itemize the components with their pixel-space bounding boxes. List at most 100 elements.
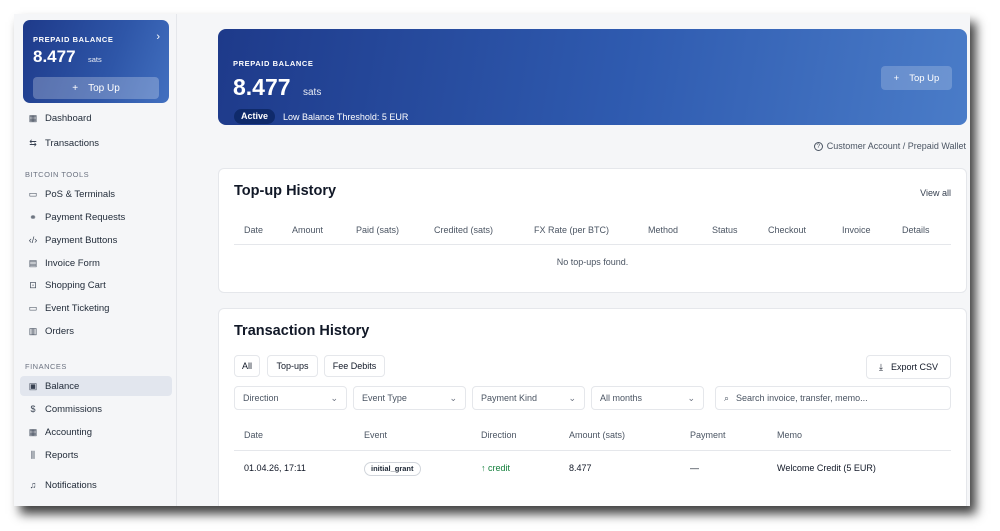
sidebar-item-label: Transactions — [45, 137, 100, 149]
chevron-down-icon: ⌄ — [449, 392, 457, 403]
export-csv-button[interactable]: ⤓ Export CSV — [866, 355, 951, 379]
sidebar-item-label: Dashboard — [45, 112, 92, 124]
chevron-down-icon: ⌄ — [687, 392, 695, 403]
sidebar-item-reports[interactable]: ⫼ Reports — [20, 445, 172, 465]
sidebar-item-label: Invoice Form — [45, 257, 100, 269]
sidebar-item-dashboard[interactable]: ▦ Dashboard — [20, 108, 172, 128]
sidebar-item-notifications[interactable]: ♫ Notifications — [20, 475, 172, 495]
column-header: FX Rate (per BTC) — [534, 225, 610, 235]
arrows-icon: ⇆ — [29, 137, 37, 148]
sidebar-item-label: Event Ticketing — [45, 302, 110, 314]
direction-select[interactable]: Direction ⌄ — [234, 386, 347, 410]
search-input[interactable]: ⌕ Search invoice, transfer, memo... — [715, 386, 951, 410]
column-header: Amount (sats) — [569, 430, 626, 440]
column-header: Event — [364, 430, 388, 440]
monitor-icon: ▭ — [28, 188, 38, 199]
column-header: Details — [902, 225, 930, 235]
receipt-icon: ▥ — [28, 325, 38, 336]
transaction-history-card: Transaction History All Top-ups Fee Debi… — [218, 308, 967, 506]
row-payment: — — [690, 463, 699, 473]
event-type-select[interactable]: Event Type ⌄ — [353, 386, 466, 410]
sidebar-item-label: Payment Buttons — [45, 234, 118, 246]
column-header: Paid (sats) — [356, 225, 400, 235]
divider — [234, 244, 951, 245]
topup-history-card: Top-up History View all Date Amount Paid… — [218, 168, 967, 293]
section-bitcoin-tools: BITCOIN TOOLS — [25, 170, 90, 179]
search-placeholder: Search invoice, transfer, memo... — [736, 393, 868, 403]
column-header: Credited (sats) — [434, 225, 494, 235]
sidebar-item-payment-buttons[interactable]: ‹/› Payment Buttons — [20, 230, 172, 250]
document-icon: ▤ — [28, 257, 38, 268]
filter-topups-button[interactable]: Top-ups — [267, 355, 318, 377]
hero-topup-button[interactable]: + Top Up — [881, 66, 952, 90]
help-icon: ? — [813, 141, 823, 151]
sidebar-item-payment-requests[interactable]: ⚭ Payment Requests — [20, 207, 172, 227]
breadcrumb[interactable]: ? Customer Account / Prepaid Wallet — [813, 141, 966, 151]
sidebar-item-pos-terminals[interactable]: ▭ PoS & Terminals — [20, 184, 172, 204]
breadcrumb-text: Customer Account / Prepaid Wallet — [826, 141, 966, 151]
sidebar-item-label: Accounting — [45, 426, 93, 438]
grid-icon: ▦ — [28, 112, 38, 123]
sidebar-item-label: Payment Requests — [45, 211, 126, 223]
sidebar-item-orders[interactable]: ▥ Orders — [20, 321, 172, 341]
sidebar-topup-label: Top Up — [88, 82, 120, 94]
sidebar-item-label: Notifications — [45, 479, 97, 491]
search-icon: ⌕ — [724, 392, 730, 403]
prepaid-balance-hero: PREPAID BALANCE 8.477 sats Active Low Ba… — [218, 29, 967, 125]
dollar-icon: $ — [30, 404, 36, 414]
sidebar-item-accounting[interactable]: ▦ Accounting — [20, 422, 172, 442]
sidebar-balance-amount: 8.477 — [33, 47, 76, 66]
sidebar-item-label: Commissions — [45, 403, 103, 415]
chevron-down-icon: ⌄ — [568, 392, 576, 403]
link-icon: ⚭ — [29, 211, 37, 222]
calculator-icon: ▦ — [28, 426, 38, 437]
column-header: Method — [648, 225, 679, 235]
column-header: Amount — [292, 225, 324, 235]
sidebar-item-event-ticketing[interactable]: ▭ Event Ticketing — [20, 298, 172, 318]
plus-icon: + — [893, 72, 900, 84]
sidebar-item-invoice-form[interactable]: ▤ Invoice Form — [20, 253, 172, 273]
hero-amount: 8.477 — [233, 74, 291, 100]
sidebar-topup-button[interactable]: + Top Up — [33, 77, 159, 99]
column-header: Checkout — [768, 225, 807, 235]
sidebar: PREPAID BALANCE › 8.477 sats + Top Up ▦ … — [14, 14, 177, 506]
select-value: Payment Kind — [481, 393, 538, 403]
threshold-text: Low Balance Threshold: 5 EUR — [283, 112, 409, 122]
sidebar-item-shopping-cart[interactable]: ⊡ Shopping Cart — [20, 275, 172, 295]
app-window: PREPAID BALANCE › 8.477 sats + Top Up ▦ … — [14, 14, 970, 506]
divider — [234, 450, 951, 451]
chevron-right-icon[interactable]: › — [156, 31, 160, 43]
column-header: Date — [244, 430, 264, 440]
payment-kind-select[interactable]: Payment Kind ⌄ — [472, 386, 585, 410]
export-csv-label: Export CSV — [890, 362, 938, 372]
month-select[interactable]: All months ⌄ — [591, 386, 704, 410]
sidebar-balance-card[interactable]: PREPAID BALANCE › 8.477 sats + Top Up — [23, 20, 169, 103]
filter-fee-debits-button[interactable]: Fee Debits — [324, 355, 385, 377]
transaction-history-title: Transaction History — [234, 323, 370, 339]
column-header: Status — [712, 225, 738, 235]
hero-topup-label: Top Up — [909, 72, 940, 84]
column-header: Direction — [481, 430, 517, 440]
sidebar-item-label: Balance — [45, 380, 80, 392]
column-header: Memo — [777, 430, 803, 440]
column-header: Date — [244, 225, 264, 235]
sidebar-item-label: Shopping Cart — [45, 279, 106, 291]
download-icon: ⤓ — [878, 361, 883, 372]
select-value: Direction — [243, 393, 279, 403]
bell-icon: ♫ — [29, 480, 37, 490]
chart-icon: ⫼ — [30, 449, 36, 460]
ticket-icon: ▭ — [28, 302, 38, 313]
sidebar-item-commissions[interactable]: $ Commissions — [20, 399, 172, 419]
row-direction: ↑ credit — [481, 463, 511, 473]
column-header: Invoice — [842, 225, 871, 235]
sidebar-item-transactions[interactable]: ⇆ Transactions — [20, 133, 172, 153]
row-memo: Welcome Credit (5 EUR) — [777, 463, 876, 473]
sidebar-item-balance[interactable]: ▣ Balance — [20, 376, 172, 396]
wallet-icon: ▣ — [28, 380, 38, 391]
view-all-link[interactable]: View all — [920, 188, 951, 198]
select-value: All months — [600, 393, 643, 403]
chevron-down-icon: ⌄ — [330, 392, 338, 403]
hero-unit: sats — [303, 87, 322, 98]
event-tag: initial_grant — [364, 462, 421, 476]
filter-all-button[interactable]: All — [234, 355, 260, 377]
